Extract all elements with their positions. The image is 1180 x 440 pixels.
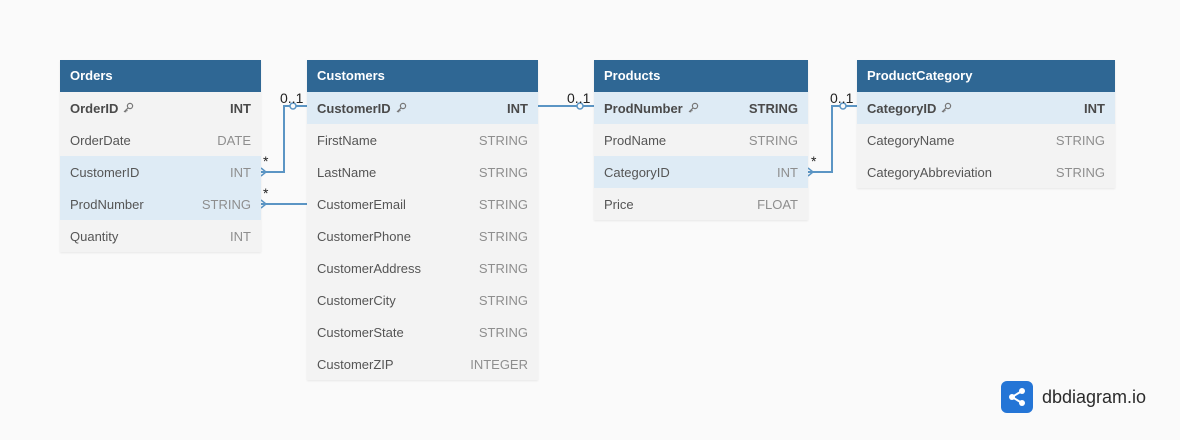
card-category-categoryid: 0..1 bbox=[830, 90, 854, 106]
field-row-lastname[interactable]: LastName STRING bbox=[307, 156, 538, 188]
field-name: ProdName bbox=[604, 132, 667, 148]
field-row-categoryabbreviation[interactable]: CategoryAbbreviation STRING bbox=[857, 156, 1115, 188]
table-products[interactable]: Products ProdNumber STRING ProdName STRI… bbox=[594, 60, 808, 220]
brand-text: dbdiagram.io bbox=[1042, 386, 1147, 407]
field-type: DATE bbox=[217, 132, 251, 148]
field-name: CategoryID bbox=[867, 100, 937, 116]
field-type: INT bbox=[230, 100, 251, 116]
table-header-customers[interactable]: Customers bbox=[307, 60, 538, 92]
field-row-price[interactable]: Price FLOAT bbox=[594, 188, 808, 220]
field-name: CustomerAddress bbox=[317, 260, 422, 276]
field-type: INTEGER bbox=[470, 356, 528, 372]
field-type: STRING bbox=[1055, 164, 1105, 180]
field-type: STRING bbox=[478, 132, 528, 148]
field-type: STRING bbox=[478, 164, 528, 180]
key-icon bbox=[396, 102, 406, 113]
key-icon bbox=[123, 102, 134, 113]
table-header-orders[interactable]: Orders bbox=[60, 60, 261, 92]
field-name: CategoryAbbreviation bbox=[867, 164, 993, 180]
table-orders[interactable]: Orders OrderID INT OrderDate DATE Custom… bbox=[60, 60, 261, 252]
share-icon bbox=[1001, 381, 1033, 413]
field-row-categoryid[interactable]: CategoryID INT bbox=[857, 92, 1115, 124]
brand-watermark: dbdiagram.io bbox=[1001, 381, 1146, 413]
field-row-orderdate[interactable]: OrderDate DATE bbox=[60, 124, 261, 156]
field-name: CustomerID bbox=[70, 164, 140, 180]
field-name: CustomerZIP bbox=[317, 356, 394, 372]
field-row-prodnumber[interactable]: ProdNumber STRING bbox=[60, 188, 261, 220]
field-type: STRING bbox=[478, 292, 528, 308]
card-orders-prodnumber: * bbox=[263, 185, 269, 201]
field-row-customeremail[interactable]: CustomerEmail STRING bbox=[307, 188, 538, 220]
field-name: Quantity bbox=[70, 228, 119, 244]
field-type: FLOAT bbox=[757, 196, 798, 212]
field-type: STRING bbox=[748, 132, 798, 148]
card-orders-customerid: * bbox=[263, 153, 269, 169]
field-row-customercity[interactable]: CustomerCity STRING bbox=[307, 284, 538, 316]
field-type: INT bbox=[230, 164, 251, 180]
field-type: INT bbox=[1084, 100, 1105, 116]
field-row-quantity[interactable]: Quantity INT bbox=[60, 220, 261, 252]
field-row-categoryid[interactable]: CategoryID INT bbox=[594, 156, 808, 188]
card-products-categoryid: * bbox=[811, 153, 817, 169]
field-type: STRING bbox=[478, 196, 528, 212]
field-row-customerid[interactable]: CustomerID INT bbox=[60, 156, 261, 188]
card-products-prodnumber: 0..1 bbox=[567, 90, 591, 106]
relationship-orders-customers[interactable]: * 0..1 bbox=[260, 90, 307, 177]
field-type: INT bbox=[230, 228, 251, 244]
field-name: CategoryID bbox=[604, 164, 670, 180]
field-type: STRING bbox=[201, 196, 251, 212]
table-productcategory[interactable]: ProductCategory CategoryID INT CategoryN… bbox=[857, 60, 1115, 188]
card-customers-customerid: 0..1 bbox=[280, 90, 304, 106]
field-row-prodname[interactable]: ProdName STRING bbox=[594, 124, 808, 156]
field-type: STRING bbox=[478, 228, 528, 244]
field-name: CustomerState bbox=[317, 324, 404, 340]
field-row-customerstate[interactable]: CustomerState STRING bbox=[307, 316, 538, 348]
field-row-categoryname[interactable]: CategoryName STRING bbox=[857, 124, 1115, 156]
field-name: CustomerEmail bbox=[317, 196, 406, 212]
field-row-prodnumber[interactable]: ProdNumber STRING bbox=[594, 92, 808, 124]
field-name: LastName bbox=[317, 164, 377, 180]
field-row-customerid[interactable]: CustomerID INT bbox=[307, 92, 538, 124]
field-type: INT bbox=[507, 100, 528, 116]
field-name: ProdNumber bbox=[70, 196, 144, 212]
field-type: STRING bbox=[748, 100, 798, 116]
field-row-customeraddress[interactable]: CustomerAddress STRING bbox=[307, 252, 538, 284]
field-name: CustomerID bbox=[317, 100, 391, 116]
key-icon bbox=[688, 102, 698, 113]
table-header-products[interactable]: Products bbox=[594, 60, 808, 92]
field-type: STRING bbox=[478, 260, 528, 276]
relationship-products-category[interactable]: * 0..1 bbox=[807, 90, 857, 177]
field-name: OrderDate bbox=[70, 132, 131, 148]
field-type: STRING bbox=[1055, 132, 1105, 148]
diagram-canvas: * 0..1 * 0..1 * 0..1 Orders OrderID INT bbox=[0, 0, 1180, 440]
field-row-firstname[interactable]: FirstName STRING bbox=[307, 124, 538, 156]
field-row-orderid[interactable]: OrderID INT bbox=[60, 92, 261, 124]
table-customers[interactable]: Customers CustomerID INT FirstName STRIN… bbox=[307, 60, 538, 380]
key-icon bbox=[941, 102, 952, 113]
field-row-customerzip[interactable]: CustomerZIP INTEGER bbox=[307, 348, 538, 380]
field-type: INT bbox=[777, 164, 798, 180]
field-name: CustomerPhone bbox=[317, 228, 411, 244]
field-type: STRING bbox=[478, 324, 528, 340]
table-header-productcategory[interactable]: ProductCategory bbox=[857, 60, 1115, 92]
field-name: CustomerCity bbox=[317, 292, 396, 308]
field-name: OrderID bbox=[70, 100, 119, 116]
field-name: CategoryName bbox=[867, 132, 955, 148]
field-name: ProdNumber bbox=[604, 100, 683, 116]
field-row-customerphone[interactable]: CustomerPhone STRING bbox=[307, 220, 538, 252]
field-name: Price bbox=[604, 196, 634, 212]
field-name: FirstName bbox=[317, 132, 377, 148]
